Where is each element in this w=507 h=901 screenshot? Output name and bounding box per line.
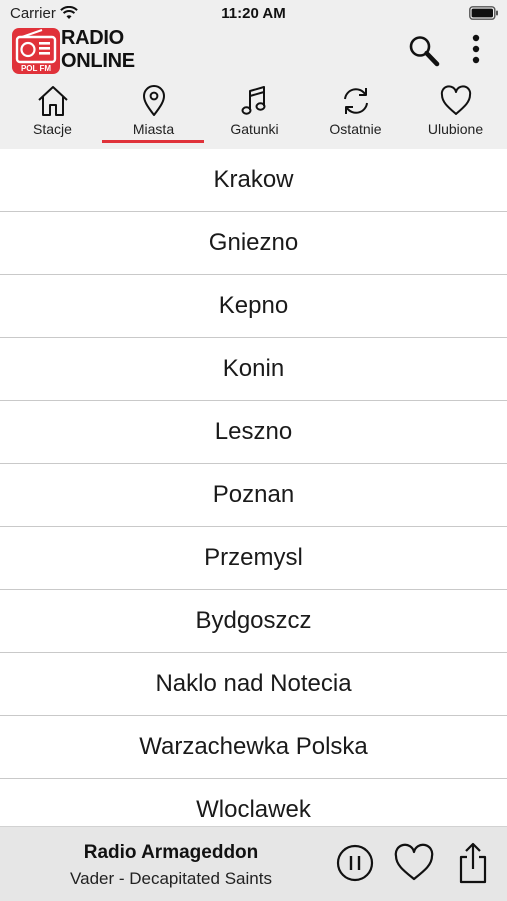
battery-icon xyxy=(469,6,499,25)
app-brand: RADIO ONLINE xyxy=(61,27,135,73)
list-item[interactable]: Warzachewka Polska xyxy=(0,716,507,779)
favorite-button[interactable] xyxy=(393,843,435,888)
list-item[interactable]: Poznan xyxy=(0,464,507,527)
brand-line-1: RADIO xyxy=(61,27,124,49)
heart-icon xyxy=(405,84,506,118)
pause-icon xyxy=(336,844,374,882)
now-playing-station: Radio Armageddon xyxy=(83,842,259,863)
pause-button[interactable] xyxy=(336,844,374,887)
app-logo: POL FM xyxy=(12,28,60,79)
status-bar: Carrier 11:20 AM xyxy=(0,0,507,28)
music-note-icon xyxy=(204,84,305,118)
active-tab-indicator xyxy=(102,140,204,143)
list-item[interactable]: Przemysl xyxy=(0,527,507,590)
list-item[interactable]: Naklo nad Notecia xyxy=(0,653,507,716)
tab-stacje[interactable]: Stacje xyxy=(2,84,103,146)
more-options-button[interactable] xyxy=(462,32,490,68)
list-item[interactable]: Wloclawek xyxy=(0,779,507,826)
list-item[interactable]: Gniezno xyxy=(0,212,507,275)
city-list[interactable]: Krakow Gniezno Kepno Konin Leszno Poznan… xyxy=(0,149,507,826)
tab-label: Gatunki xyxy=(230,121,279,137)
tab-label: Stacje xyxy=(33,121,72,137)
clock: 11:20 AM xyxy=(221,5,286,22)
search-button[interactable] xyxy=(407,34,443,68)
tab-ulubione[interactable]: Ulubione xyxy=(405,84,506,146)
svg-text:POL FM: POL FM xyxy=(21,64,51,73)
list-item[interactable]: Konin xyxy=(0,338,507,401)
tab-gatunki[interactable]: Gatunki xyxy=(204,84,305,146)
heart-icon xyxy=(394,843,434,881)
tab-label: Ostatnie xyxy=(329,121,382,137)
list-item[interactable]: Leszno xyxy=(0,401,507,464)
location-pin-icon xyxy=(103,84,204,118)
tab-bar: Stacje Miasta Gatunki Ostatnie Ulubione xyxy=(0,84,507,146)
search-icon xyxy=(409,36,440,67)
tab-ostatnie[interactable]: Ostatnie xyxy=(305,84,406,146)
now-playing-bar[interactable]: Radio Armageddon Vader - Decapitated Sai… xyxy=(0,826,507,901)
list-item[interactable]: Kepno xyxy=(0,275,507,338)
home-icon xyxy=(2,84,103,118)
share-button[interactable] xyxy=(456,841,490,890)
share-icon xyxy=(459,842,487,884)
app-header: Carrier 11:20 AM POL FM RADIO ONLINE Sta… xyxy=(0,0,507,149)
list-item[interactable]: Krakow xyxy=(0,149,507,212)
refresh-icon xyxy=(305,84,406,118)
list-item[interactable]: Bydgoszcz xyxy=(0,590,507,653)
now-playing-track: Vader - Decapitated Saints xyxy=(70,869,272,888)
tab-label: Miasta xyxy=(132,121,175,137)
more-vertical-icon xyxy=(472,34,480,64)
tab-label: Ulubione xyxy=(427,121,484,137)
tab-miasta[interactable]: Miasta xyxy=(103,84,204,146)
brand-line-2: ONLINE xyxy=(61,50,135,72)
